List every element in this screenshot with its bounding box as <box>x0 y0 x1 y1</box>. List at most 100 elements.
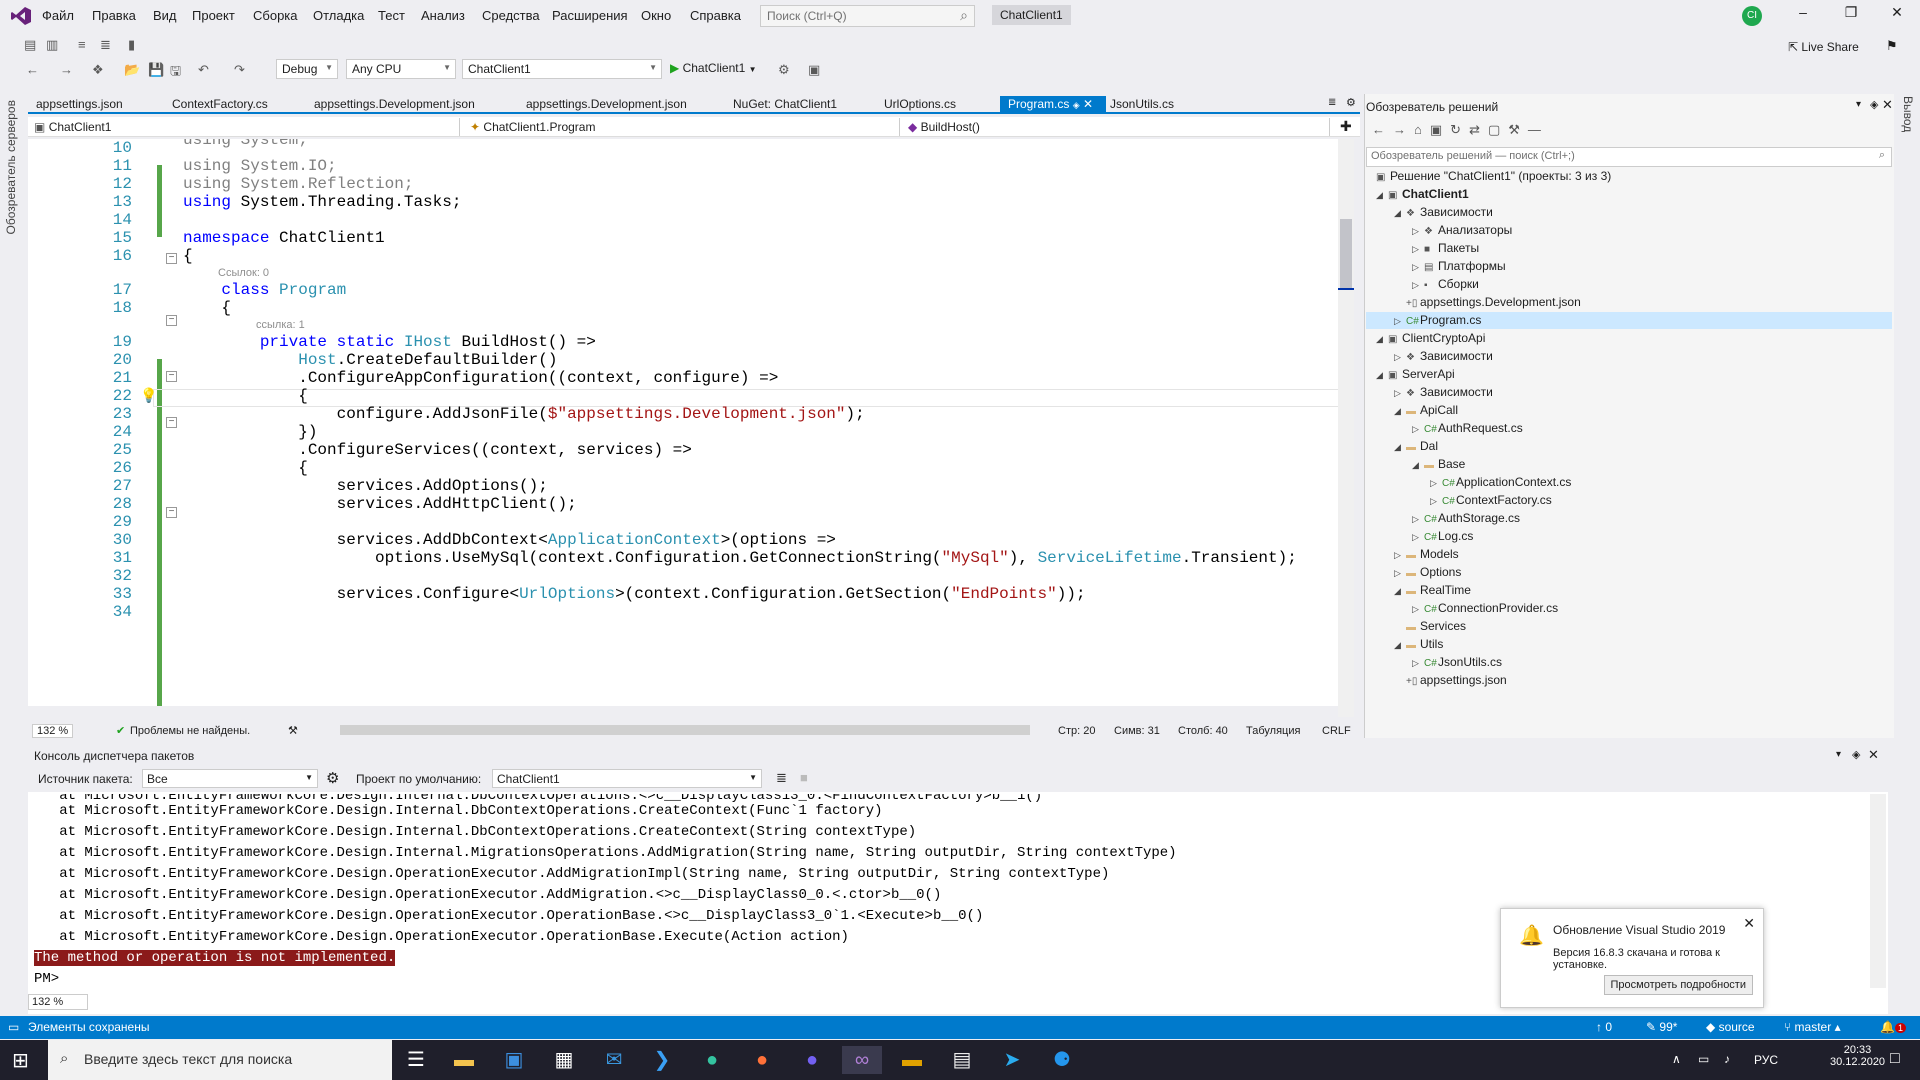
tree-item[interactable]: ◢ ▣ ChatClient1 <box>1376 187 1469 201</box>
solution-toolbar[interactable]: ←→⌂▣↻⇄▢⚒— <box>1372 122 1549 138</box>
changes-status[interactable]: ✎ 99* <box>1646 1020 1677 1034</box>
tree-item[interactable]: ◢ ▬ RealTime <box>1394 583 1471 597</box>
branch-status[interactable]: ⑂ master ▴ <box>1784 1020 1841 1034</box>
expand-arrow-icon[interactable]: ▷ <box>1394 388 1406 399</box>
notes-icon[interactable]: ▤ <box>942 1046 982 1074</box>
code-editor[interactable]: 10 11 12 13 14 15 16 17 18 19 20 21 22 2… <box>28 139 1344 706</box>
fold-toggle[interactable]: − <box>166 315 177 326</box>
eol-indicator[interactable]: CRLF <box>1322 725 1351 737</box>
expand-arrow-icon[interactable]: ▷ <box>1394 352 1406 363</box>
scroll-thumb[interactable] <box>1340 219 1352 289</box>
toolbar-icon[interactable]: ▥ <box>46 37 58 53</box>
clear-console-icon[interactable]: ≣ <box>776 770 787 786</box>
expand-arrow-icon[interactable]: ▷ <box>1412 226 1424 237</box>
new-project-icon[interactable]: ❖ <box>92 62 104 78</box>
code-lens-references[interactable]: ссылка: 1 <box>256 319 305 331</box>
close-icon[interactable]: ✕ <box>1882 97 1893 113</box>
tree-item[interactable]: ▷ ❖ Зависимости <box>1394 385 1493 399</box>
view-details-button[interactable]: Просмотреть подробности <box>1603 975 1753 995</box>
collapse-arrow-icon[interactable]: ◢ <box>1394 406 1406 417</box>
output-strip[interactable]: Вывод <box>1896 92 1920 1015</box>
file-explorer-icon[interactable]: ▬ <box>444 1046 484 1074</box>
minus-icon[interactable]: — <box>1528 122 1549 137</box>
back-icon[interactable]: ← <box>26 62 39 77</box>
tree-item[interactable]: ◢ ▬ Dal <box>1394 439 1438 453</box>
tab-contextfactory[interactable]: ContextFactory.cs <box>164 96 276 114</box>
close-icon[interactable]: ✕ <box>1868 747 1879 763</box>
close-tab-icon[interactable]: ✕ <box>1083 97 1093 111</box>
tree-item[interactable]: ◢ ▬ Base <box>1412 457 1465 471</box>
feedback-icon[interactable]: ⚑ <box>1886 38 1898 54</box>
open-icon[interactable]: 📂 <box>124 62 140 78</box>
expand-arrow-icon[interactable]: ▷ <box>1412 514 1424 525</box>
switch-views-icon[interactable]: ▣ <box>1430 122 1450 137</box>
expand-arrow-icon[interactable]: ▷ <box>1412 262 1424 273</box>
package-source-select[interactable]: Все ▼ <box>142 769 318 788</box>
collapse-arrow-icon[interactable]: ◢ <box>1394 208 1406 219</box>
expand-arrow-icon[interactable]: ▷ <box>1394 550 1406 561</box>
pm-prompt[interactable]: PM> <box>34 971 59 987</box>
pmc-zoom-select[interactable]: 132 % <box>28 994 88 1010</box>
pmc-scrollbar[interactable] <box>1870 794 1886 988</box>
menu-file[interactable]: Файл <box>42 8 74 23</box>
tree-item[interactable]: ▷ C#JsonUtils.cs <box>1412 655 1502 669</box>
panel-menu-icon[interactable]: ▾ <box>1836 749 1841 760</box>
tree-item[interactable]: ◢ ❖ Зависимости <box>1394 205 1493 219</box>
tree-item[interactable]: ▷ ▤ Платформы <box>1412 259 1506 273</box>
tree-item[interactable]: ▷ ■ Пакеты <box>1412 241 1479 255</box>
tab-list-icon[interactable]: ≣ <box>1328 97 1336 108</box>
collapse-arrow-icon[interactable]: ◢ <box>1376 334 1388 345</box>
run-button[interactable]: ▶ ChatClient1 ▼ <box>670 61 757 75</box>
editor-vertical-scrollbar[interactable] <box>1338 139 1354 717</box>
collapse-arrow-icon[interactable]: ◢ <box>1394 586 1406 597</box>
panel-menu-icon[interactable]: ▾ <box>1856 99 1861 110</box>
expand-arrow-icon[interactable]: ▷ <box>1430 478 1442 489</box>
history-icon[interactable]: ↻ <box>1450 122 1469 137</box>
tree-item[interactable]: ▷ ▪ Сборки <box>1412 277 1479 291</box>
tab-appsettings-json[interactable]: appsettings.json <box>28 96 131 114</box>
tree-item[interactable]: ◢ ▬ Utils <box>1394 637 1443 651</box>
publish-status[interactable]: ↑ 0 <box>1596 1020 1612 1034</box>
pin-icon[interactable]: ◈ <box>1852 748 1860 761</box>
tools-icon[interactable]: ⚒ <box>288 724 298 737</box>
expand-arrow-icon[interactable]: ▷ <box>1412 658 1424 669</box>
tree-item[interactable]: ▷ C#AuthStorage.cs <box>1412 511 1520 525</box>
windows-start-icon[interactable]: ⊞ <box>12 1048 29 1073</box>
server-explorer-strip[interactable]: Обозреватель серверов <box>0 92 22 1015</box>
redo-icon[interactable]: ↷ <box>234 62 245 78</box>
fold-toggle[interactable]: − <box>166 371 177 382</box>
tree-item[interactable]: ▷ ▬ Options <box>1394 565 1461 579</box>
close-icon[interactable]: ✕ <box>1743 915 1755 932</box>
tree-item[interactable]: ◢ ▣ ClientCryptoApi <box>1376 331 1485 345</box>
menu-edit[interactable]: Правка <box>92 8 136 23</box>
back-icon[interactable]: ← <box>1372 122 1393 137</box>
save-icon[interactable]: 💾 <box>148 62 164 78</box>
settings-icon[interactable]: ⚙ <box>326 769 339 787</box>
avatar[interactable]: CI <box>1742 6 1762 26</box>
expand-arrow-icon[interactable]: ▷ <box>1412 532 1424 543</box>
menu-tools[interactable]: Средства <box>482 8 540 23</box>
expand-arrow-icon[interactable]: ▷ <box>1394 568 1406 579</box>
member-nav-select[interactable]: ◆ BuildHost() <box>904 118 1330 136</box>
menu-build[interactable]: Сборка <box>253 8 298 23</box>
menu-analyze[interactable]: Анализ <box>421 8 465 23</box>
menu-help[interactable]: Справка <box>690 8 741 23</box>
tree-item[interactable]: ◢ ▬ ApiCall <box>1394 403 1458 417</box>
action-center-icon[interactable]: □ <box>1890 1050 1900 1068</box>
collapse-arrow-icon[interactable]: ◢ <box>1412 460 1424 471</box>
tabs-indicator[interactable]: Табуляция <box>1246 725 1300 737</box>
tree-item[interactable]: ▷ ❖ Анализаторы <box>1412 223 1512 237</box>
lightbulb-icon[interactable]: 💡 <box>140 387 157 404</box>
pin-icon[interactable]: ◈ <box>1870 98 1878 111</box>
expand-arrow-icon[interactable]: ▷ <box>1412 604 1424 615</box>
store-icon[interactable]: ▦ <box>544 1046 584 1074</box>
output-tab[interactable]: Вывод <box>1901 96 1915 132</box>
tab-jsonutils[interactable]: JsonUtils.cs <box>1102 96 1182 114</box>
tab-program[interactable]: Program.cs ◈ ✕ <box>1000 96 1106 114</box>
notifications-status[interactable]: 🔔 1 <box>1880 1020 1906 1034</box>
expand-arrow-icon[interactable]: ▷ <box>1412 244 1424 255</box>
sync-icon[interactable]: ⇄ <box>1469 122 1488 137</box>
startup-project-select[interactable]: ChatClient1 ▼ <box>462 59 662 79</box>
tree-item[interactable]: +▯ appsettings.json <box>1406 673 1507 687</box>
fold-toggle[interactable]: − <box>166 507 177 518</box>
